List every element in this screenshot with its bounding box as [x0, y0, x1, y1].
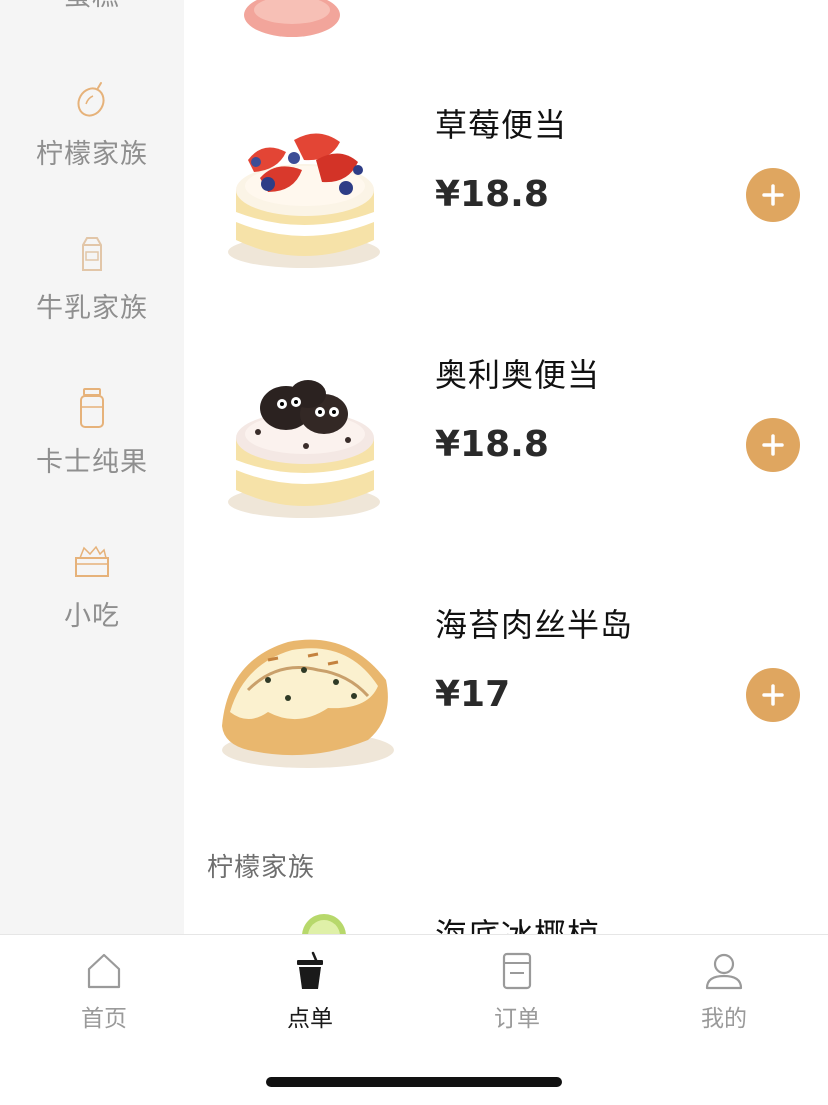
- product-name: 奥利奥便当: [435, 356, 601, 394]
- tab-label: 点单: [287, 1006, 333, 1032]
- snack-box-icon: [72, 542, 112, 582]
- home-indicator[interactable]: [266, 1077, 562, 1087]
- sidebar-item-kashi[interactable]: 卡士纯果: [0, 388, 184, 479]
- sidebar-item-cake[interactable]: 蛋糕: [0, 0, 184, 13]
- category-sidebar: 蛋糕 柠檬家族 牛乳家族 卡: [0, 0, 184, 934]
- product-image[interactable]: [208, 906, 408, 934]
- tab-label: 订单: [494, 1006, 540, 1032]
- sidebar-item-label: 蛋糕: [64, 0, 120, 13]
- product-price: ¥18.8: [435, 424, 549, 465]
- tab-label: 首页: [81, 1006, 127, 1032]
- sidebar-item-snacks[interactable]: 小吃: [0, 542, 184, 633]
- lemon-icon: [72, 80, 112, 120]
- product-price: ¥17: [435, 674, 511, 715]
- tab-order-menu[interactable]: 点单: [250, 951, 370, 1033]
- jar-icon: [72, 388, 112, 428]
- product-list: 草莓便当 ¥18.8 奥利奥便当 ¥18.8 海苔肉丝半岛 ¥17 柠檬家族: [184, 0, 828, 934]
- drink-cup-icon: [297, 951, 323, 989]
- plus-icon: [762, 684, 784, 706]
- tab-profile[interactable]: 我的: [664, 951, 784, 1033]
- add-to-cart-button[interactable]: [746, 668, 800, 722]
- milk-carton-icon: [72, 234, 112, 274]
- sidebar-item-milk-family[interactable]: 牛乳家族: [0, 234, 184, 325]
- tab-home[interactable]: 首页: [44, 951, 164, 1033]
- sidebar-item-label: 小吃: [64, 601, 120, 632]
- tab-orders[interactable]: 订单: [457, 951, 577, 1033]
- product-image[interactable]: [208, 0, 408, 50]
- order-icon: [502, 952, 532, 990]
- sidebar-item-label: 卡士纯果: [36, 447, 148, 478]
- oreo-cake-image[interactable]: [208, 350, 408, 550]
- tab-label: 我的: [701, 1006, 747, 1032]
- seaweed-bread-image[interactable]: [208, 600, 408, 800]
- add-to-cart-button[interactable]: [746, 168, 800, 222]
- home-icon: [87, 953, 121, 989]
- section-title: 柠檬家族: [207, 853, 316, 883]
- add-to-cart-button[interactable]: [746, 418, 800, 472]
- product-name: 草莓便当: [435, 106, 568, 144]
- sidebar-item-label: 柠檬家族: [36, 139, 148, 170]
- plus-icon: [762, 434, 784, 456]
- user-icon: [705, 953, 743, 990]
- plus-icon: [762, 184, 784, 206]
- bottom-tab-bar: 首页 点单 订单 我的: [0, 934, 828, 1105]
- strawberry-cake-image[interactable]: [208, 100, 408, 300]
- sidebar-item-label: 牛乳家族: [36, 293, 148, 324]
- product-name: 海苔肉丝半岛: [435, 606, 634, 644]
- sidebar-item-lemon-family[interactable]: 柠檬家族: [0, 80, 184, 171]
- product-price: ¥18.8: [435, 174, 549, 215]
- product-name: 海底冰椰椋: [435, 910, 600, 934]
